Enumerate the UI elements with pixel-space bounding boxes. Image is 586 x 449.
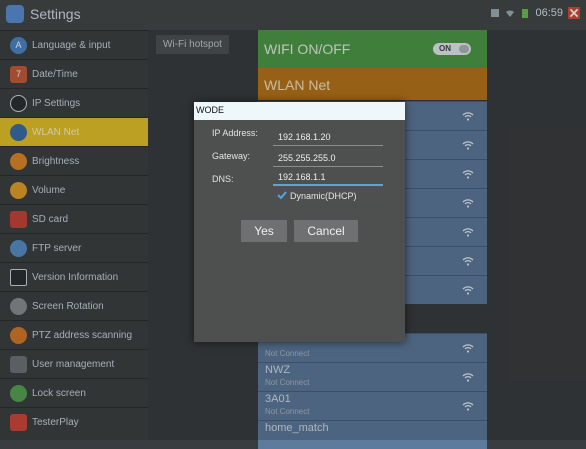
cancel-button[interactable]: Cancel	[294, 220, 358, 242]
gateway-field[interactable]: 255.255.255.0	[278, 153, 336, 163]
ip-address-label: IP Address:	[212, 128, 258, 138]
dns-underline	[273, 184, 383, 186]
ip-address-field[interactable]: 192.168.1.20	[278, 132, 331, 142]
dialog-header: WODE	[194, 102, 405, 120]
dns-field[interactable]: 192.168.1.1	[278, 172, 326, 182]
dns-label: DNS:	[212, 174, 234, 184]
yes-button[interactable]: Yes	[241, 220, 287, 242]
gateway-underline	[273, 166, 383, 167]
ip-address-underline	[273, 145, 383, 146]
dhcp-label: Dynamic(DHCP)	[290, 191, 357, 201]
dialog-title: WODE	[196, 105, 224, 115]
gateway-label: Gateway:	[212, 151, 251, 161]
dhcp-checkbox[interactable]	[277, 190, 287, 200]
